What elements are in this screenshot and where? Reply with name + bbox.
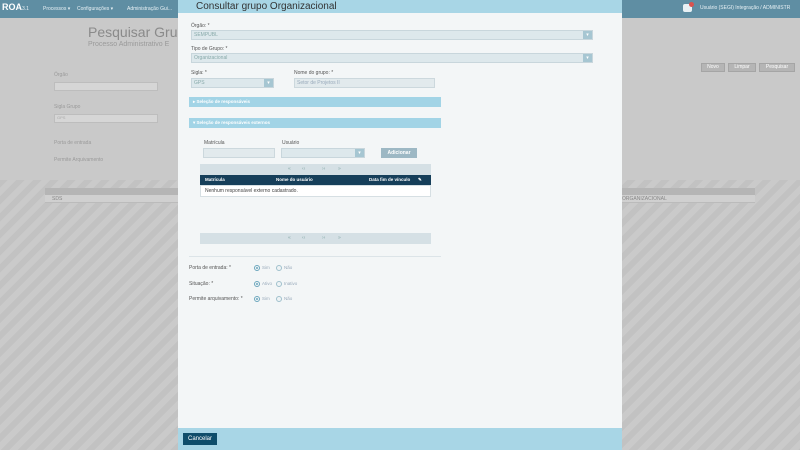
bg-cell-sigla: SDS (52, 196, 63, 202)
responsaveis-table-header: Matrícula Nome do usuário Data fim de ví… (200, 175, 431, 185)
pager-next[interactable]: ›› (322, 166, 325, 172)
bg-pesquisar-button[interactable]: Pesquisar (759, 63, 795, 72)
chevron-down-icon[interactable]: ▾ (583, 54, 592, 62)
consultar-grupo-modal: Consultar grupo Organizacional Órgão: * … (178, 0, 622, 450)
permite-sim-radio[interactable] (254, 296, 260, 302)
pager-first[interactable]: « (288, 235, 291, 241)
bg-sigla-select[interactable]: GPS (54, 114, 158, 123)
nome-grupo-input[interactable]: Setor de Projetos II (294, 78, 435, 88)
app-logo: ROA (2, 2, 22, 12)
porta-sim-radio[interactable] (254, 265, 260, 271)
sigla-value: GPS (194, 80, 205, 86)
page-subtitle: Processo Administrativo E (88, 41, 170, 48)
matricula-label: Matrícula (204, 140, 225, 146)
adicionar-button[interactable]: Adicionar (381, 148, 417, 158)
bg-sigla-label: Sigla Grupo (54, 104, 81, 110)
bg-porta-label: Porta de entrada (54, 140, 92, 146)
bg-novo-button[interactable]: Novo (701, 63, 725, 72)
menu-configuracoes[interactable]: Configurações ▾ (77, 6, 113, 12)
usuario-select[interactable]: ▾ (281, 148, 365, 158)
version-label: 3.1 (22, 6, 29, 12)
orgao-value: SEMPUBL (194, 32, 218, 38)
col-data-fim-vinculo[interactable]: Data fim de vínculo (369, 177, 410, 182)
permite-nao-label: Não (284, 296, 293, 301)
menu-processos[interactable]: Processos ▾ (43, 6, 70, 12)
situacao-inativo-label: Inativo (284, 281, 298, 286)
porta-nao-radio[interactable] (276, 265, 282, 271)
cancel-button[interactable]: Cancelar (183, 433, 217, 445)
permite-sim-label: Sim (262, 296, 270, 301)
modal-footer: Cancelar (178, 428, 622, 450)
usuario-label: Usuário (282, 140, 300, 146)
porta-nao-label: Não (284, 265, 293, 270)
modal-header: Consultar grupo Organizacional (178, 0, 622, 13)
tipo-grupo-select[interactable]: Organizacional ▾ (191, 53, 593, 63)
pager-first[interactable]: « (288, 166, 291, 172)
situacao-inativo-radio[interactable] (276, 281, 282, 287)
col-matricula[interactable]: Matrícula (205, 177, 225, 182)
orgao-label: Órgão: * (191, 23, 210, 29)
tipo-grupo-label: Tipo de Grupo: * (191, 46, 228, 52)
bg-cell-tipo: ORGANIZACIONAL (622, 196, 667, 202)
tipo-grupo-value: Organizacional (194, 55, 228, 61)
porta-sim-label: Sim (262, 265, 270, 270)
orgao-select[interactable]: SEMPUBL ▾ (191, 30, 593, 40)
pager-last[interactable]: » (338, 166, 341, 172)
sigla-select[interactable]: GPS ▾ (191, 78, 274, 88)
col-nome-usuario[interactable]: Nome do usuário (276, 177, 313, 182)
pencil-icon: ✎ (418, 177, 422, 182)
nome-grupo-label: Nome do grupo: * (294, 70, 334, 76)
permite-nao-radio[interactable] (276, 296, 282, 302)
bg-orgao-select[interactable] (54, 82, 158, 91)
section-responsaveis-toggle[interactable]: ▸ Seleção de responsáveis (189, 97, 441, 107)
table-row: Nenhum responsável externo cadastrado. (200, 185, 431, 197)
bg-limpar-button[interactable]: Limpar (728, 63, 756, 72)
sigla-label: Sigla: * (191, 70, 207, 76)
empty-table-message: Nenhum responsável externo cadastrado. (205, 188, 298, 194)
chevron-down-icon[interactable]: ▾ (264, 79, 273, 87)
page-title: Pesquisar Grup (88, 24, 186, 40)
permite-arquivamento-label: Permite arquivamento: * (189, 296, 243, 302)
table-pager-bottom: « ‹‹ ›› » (200, 233, 431, 244)
porta-entrada-label: Porta de entrada: * (189, 265, 231, 271)
situacao-ativo-radio[interactable] (254, 281, 260, 287)
bg-orgao-label: Órgão (54, 72, 68, 78)
divider (189, 256, 441, 257)
user-info[interactable]: Usuário (SEGI) Integração / ADMINISTR (700, 5, 790, 11)
modal-title: Consultar grupo Organizacional (196, 1, 337, 12)
situacao-ativo-label: Ativo (262, 281, 273, 286)
matricula-input[interactable] (203, 148, 275, 158)
chevron-down-icon[interactable]: ▾ (355, 149, 364, 157)
pager-prev[interactable]: ‹‹ (302, 166, 305, 172)
table-pager-top: « ‹‹ ›› » (200, 164, 431, 175)
pager-next[interactable]: ›› (322, 235, 325, 241)
chevron-down-icon[interactable]: ▾ (583, 31, 592, 39)
section-responsaveis-externos-toggle[interactable]: ▾ Seleção de responsáveis externos (189, 118, 441, 128)
menu-administracao[interactable]: Administração Gui... (127, 6, 172, 12)
notification-badge (689, 2, 694, 7)
situacao-label: Situação: * (189, 281, 214, 287)
bg-permite-label: Permite Arquivamento (54, 157, 104, 163)
pager-last[interactable]: » (338, 235, 341, 241)
pager-prev[interactable]: ‹‹ (302, 235, 305, 241)
